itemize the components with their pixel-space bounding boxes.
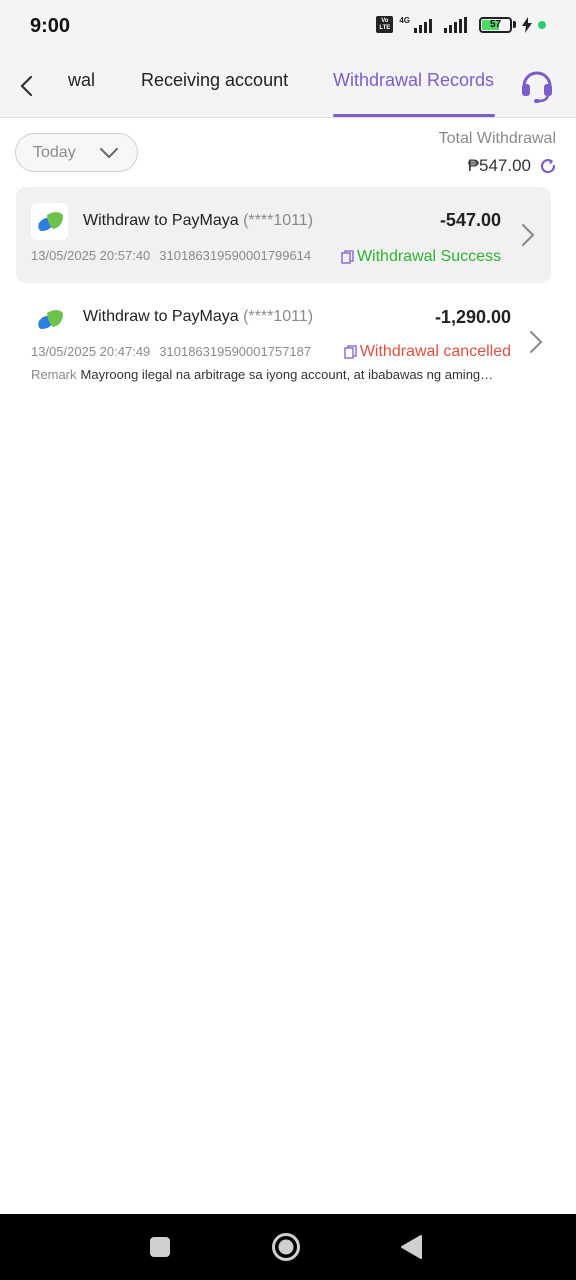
status-icons: Vo LTE 4G 57: [376, 16, 546, 33]
paymaya-icon: [37, 211, 63, 231]
record-datetime: 13/05/2025 20:47:49: [31, 344, 151, 359]
customer-support-button[interactable]: [518, 66, 556, 104]
record-title: Withdraw to PayMaya (****1011): [83, 212, 313, 230]
record-amount: -547.00: [439, 210, 501, 230]
record-status: Withdrawal Success: [341, 248, 501, 266]
battery-tip: [513, 21, 516, 28]
record-destination: Withdraw to PayMaya: [83, 308, 239, 325]
chevron-right-icon[interactable]: [521, 223, 535, 247]
recents-button[interactable]: [145, 1232, 175, 1262]
signal-icon: [444, 16, 467, 33]
record-remark: Remark Mayroong ilegal na arbitrage sa iy…: [31, 367, 511, 382]
header-nav: wal Receiving account Withdrawal Records: [0, 54, 576, 118]
tab-receiving-account[interactable]: Receiving account: [141, 70, 288, 91]
home-button[interactable]: [271, 1232, 301, 1262]
total-withdrawal-amount: ₱547.00: [467, 156, 531, 175]
volte-icon: Vo LTE: [376, 16, 394, 33]
chevron-down-icon: [100, 148, 118, 159]
home-circle-icon: [272, 1233, 300, 1261]
charging-icon: [522, 16, 532, 33]
tab-withdrawal-records[interactable]: Withdrawal Records: [333, 70, 494, 91]
record-meta: 13/05/2025 20:57:40 310186319590001799614: [31, 248, 311, 263]
remark-text: Mayroong ilegal na arbitrage sa iyong ac…: [80, 367, 494, 382]
system-nav-bar: [0, 1214, 576, 1280]
privacy-indicator-dot: [538, 20, 546, 29]
network-type: 4G: [399, 16, 410, 25]
record-title: Withdraw to PayMaya (****1011): [83, 308, 313, 326]
tab-withdrawal[interactable]: wal: [68, 70, 95, 91]
battery-level: 57: [489, 19, 502, 30]
paymaya-logo: [31, 301, 68, 338]
record-amount: -1,290.00: [434, 307, 511, 327]
copy-icon[interactable]: [344, 345, 357, 359]
signal-icon: [414, 17, 432, 33]
record-meta: 13/05/2025 20:47:49 310186319590001757187: [31, 344, 311, 359]
record-status-label: Withdrawal cancelled: [359, 343, 511, 360]
back-button[interactable]: [14, 70, 38, 102]
headset-icon: [522, 71, 552, 103]
paymaya-logo: [31, 203, 68, 240]
refresh-icon[interactable]: [539, 157, 557, 175]
triangle-back-icon: [401, 1235, 422, 1259]
record-account: (****1011): [243, 308, 314, 325]
total-withdrawal-label: Total Withdrawal: [438, 130, 556, 147]
withdrawal-record[interactable]: Withdraw to PayMaya (****1011) -1,290.00…: [16, 290, 551, 390]
paymaya-icon: [37, 309, 63, 329]
date-filter-label: Today: [33, 144, 76, 161]
chevron-right-icon[interactable]: [529, 330, 543, 354]
record-reference-id: 310186319590001799614: [159, 248, 312, 263]
system-back-button[interactable]: [396, 1232, 426, 1262]
date-filter-dropdown[interactable]: Today: [15, 133, 138, 172]
battery-icon: 57: [479, 16, 512, 33]
withdrawal-record[interactable]: Withdraw to PayMaya (****1011) -547.00 1…: [16, 187, 551, 283]
remark-label: Remark: [31, 367, 77, 382]
record-account: (****1011): [243, 212, 314, 229]
status-time: 9:00: [30, 15, 71, 37]
record-reference-id: 310186319590001757187: [159, 344, 312, 359]
copy-icon[interactable]: [341, 250, 354, 264]
active-tab-indicator: [333, 114, 495, 117]
record-status: Withdrawal cancelled: [344, 343, 511, 361]
square-icon: [150, 1237, 170, 1257]
record-status-label: Withdrawal Success: [356, 248, 501, 265]
record-datetime: 13/05/2025 20:57:40: [31, 248, 151, 263]
status-bar: 9:00 Vo LTE 4G 57: [0, 0, 576, 54]
chevron-left-icon: [20, 75, 33, 97]
record-destination: Withdraw to PayMaya: [83, 212, 239, 229]
